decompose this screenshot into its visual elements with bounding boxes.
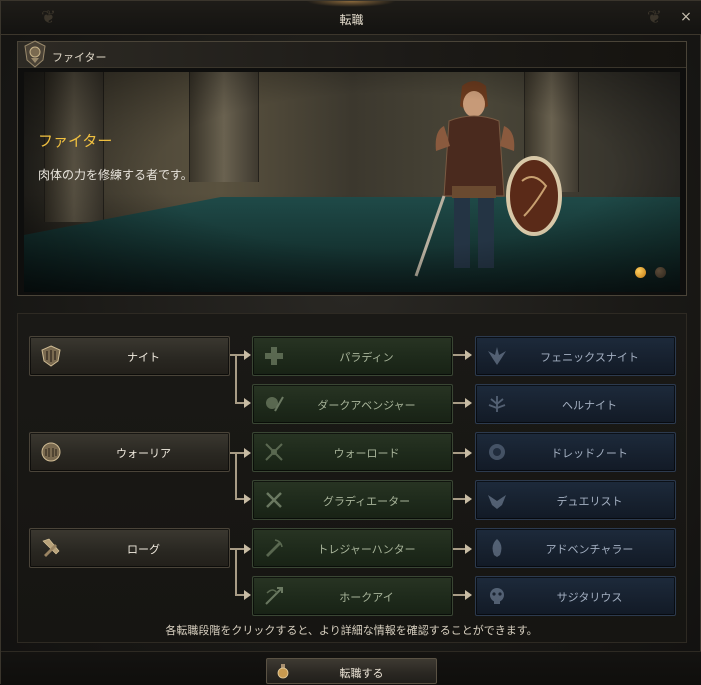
job-label: ドレッドノート: [551, 447, 628, 460]
connector-arrow-icon: [244, 494, 251, 504]
job-label: パラディン: [339, 351, 394, 364]
connector-arrow-icon: [244, 350, 251, 360]
banner-header: ファイター: [18, 40, 686, 68]
banner-header-label: ファイター: [52, 51, 107, 64]
job-label: ダークアベンジャー: [317, 399, 416, 412]
connector-arrow-icon: [465, 494, 472, 504]
job-label: デュエリスト: [556, 495, 623, 508]
job-label: ウォーリア: [116, 447, 171, 460]
cross-icon: [265, 347, 283, 365]
shield-emblem-icon: [41, 345, 61, 367]
skull-sword-icon: [266, 396, 284, 412]
claw-dagger-icon: [266, 539, 283, 557]
crossed-tools-icon: [42, 538, 60, 557]
job-label: サジタリウス: [556, 591, 623, 604]
job-label: グラディエーター: [322, 495, 411, 508]
change-class-label: 転職する: [339, 667, 384, 680]
close-icon[interactable]: ×: [678, 9, 694, 25]
connector-arrow-icon: [465, 398, 472, 408]
job-label: フェニックスナイト: [540, 351, 639, 364]
job-button-warlord[interactable]: ウォーロード: [252, 432, 453, 472]
crossed-axes-icon: [265, 443, 283, 461]
job-label: ナイト: [127, 351, 160, 364]
job-button-treasure-hunter[interactable]: トレジャーハンター: [252, 528, 453, 568]
class-banner: ファイター ファイター 肉体の力を修練する者です。: [17, 40, 687, 296]
connector-line: [235, 354, 237, 404]
job-button-hell-knight[interactable]: ヘルナイト: [475, 384, 676, 424]
bow-arrow-icon: [265, 587, 283, 605]
hint-text: 各転職段階をクリックすると、より詳細な情報を確認することができます。: [165, 624, 538, 637]
job-button-sagittarius[interactable]: サジタリウス: [475, 576, 676, 616]
lion-crest-icon: [489, 444, 505, 460]
slide-indicator-inactive[interactable]: [655, 267, 666, 278]
job-button-knight[interactable]: ナイト: [29, 336, 230, 376]
connector-arrow-icon: [244, 448, 251, 458]
connector-arrow-icon: [465, 448, 472, 458]
crossed-swords-icon: [266, 492, 282, 508]
job-label: アドベンチャラー: [545, 543, 634, 556]
connector-arrow-icon: [244, 544, 251, 554]
phoenix-icon: [488, 347, 506, 365]
job-label: トレジャーハンター: [317, 543, 416, 556]
job-label: ウォーロード: [333, 447, 400, 460]
job-button-adventurer[interactable]: アドベンチャラー: [475, 528, 676, 568]
connector-arrow-icon: [465, 544, 472, 554]
connector-line: [235, 548, 237, 596]
connector-arrow-icon: [244, 398, 251, 408]
job-button-dreadnought[interactable]: ドレッドノート: [475, 432, 676, 472]
helmet-emblem-icon: [41, 442, 61, 462]
job-label: ヘルナイト: [562, 399, 617, 412]
slide-indicator-active[interactable]: [635, 267, 646, 278]
job-button-phoenix-knight[interactable]: フェニックスナイト: [475, 336, 676, 376]
demon-wing-icon: [488, 396, 506, 412]
job-button-gladiator[interactable]: グラディエーター: [252, 480, 453, 520]
job-button-duelist[interactable]: デュエリスト: [475, 480, 676, 520]
job-button-warrior[interactable]: ウォーリア: [29, 432, 230, 472]
title-glow: [306, 1, 396, 7]
change-class-button[interactable]: 転職する: [266, 658, 437, 684]
job-button-rogue[interactable]: ローグ: [29, 528, 230, 568]
connector-line: [235, 452, 237, 500]
job-button-paladin[interactable]: パラディン: [252, 336, 453, 376]
title-bar[interactable]: ❦ ❦ 転職 ×: [1, 1, 701, 35]
skull-crest-icon: [490, 588, 504, 604]
job-label: ローグ: [127, 543, 160, 556]
class-name: ファイター: [38, 132, 113, 150]
job-button-dark-avenger[interactable]: ダークアベンジャー: [252, 384, 453, 424]
class-change-window: ❦ ❦ 転職 × ファイター ファイター 肉体の力を修練する者です。 ナイト ウ…: [0, 0, 701, 685]
connector-arrow-icon: [465, 590, 472, 600]
class-description: 肉体の力を修練する者です。: [38, 168, 193, 182]
connector-arrow-icon: [465, 350, 472, 360]
job-button-hawkeye[interactable]: ホークアイ: [252, 576, 453, 616]
potion-icon: [277, 664, 289, 679]
fighter-emblem-icon: [24, 40, 46, 68]
feather-crest-icon: [492, 539, 502, 557]
connector-arrow-icon: [244, 590, 251, 600]
winged-blades-icon: [488, 495, 506, 509]
window-title: 転職: [339, 13, 364, 27]
job-label: ホークアイ: [339, 591, 394, 604]
